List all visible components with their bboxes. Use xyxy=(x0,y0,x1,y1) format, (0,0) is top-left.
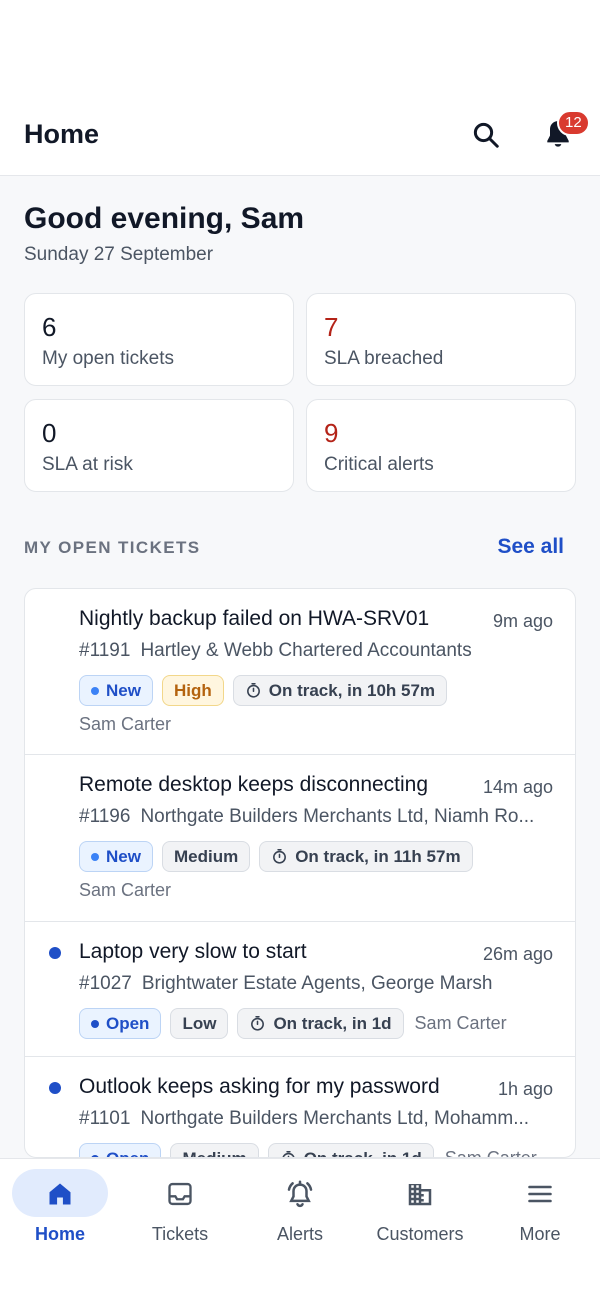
ticket-chips: Open Medium On track, in 1d Sam Carter xyxy=(79,1143,537,1158)
timer-icon xyxy=(282,1150,295,1157)
status-dot-icon xyxy=(91,686,99,695)
ticket-customer: Northgate Builders Merchants Ltd, Niamh … xyxy=(140,806,535,827)
nav-customers[interactable]: Customers xyxy=(360,1159,480,1269)
unread-dot-icon xyxy=(49,1082,61,1094)
ticket-assignee: Sam Carter xyxy=(79,880,172,900)
status-chip: Open xyxy=(79,1143,162,1158)
ticket-meta: #1027 Brightwater Estate Agents, George M… xyxy=(79,973,557,995)
ticket-title: Outlook keeps asking for my password xyxy=(79,1075,440,1098)
ticket-time: 14m ago xyxy=(482,777,553,797)
priority-chip: Medium xyxy=(161,841,251,872)
ticket-row[interactable]: Nightly backup failed on HWA-SRV01 9m ag… xyxy=(25,589,575,755)
ticket-chips: Open Low On track, in 1d Sam Carter xyxy=(79,1008,507,1039)
sla-chip: On track, in 11h 57m xyxy=(259,841,473,872)
ticket-assignee: Sam Carter xyxy=(414,1013,507,1033)
status-chip: New xyxy=(79,841,153,872)
top-app-bar: Home 12 xyxy=(0,0,600,176)
nav-label: More xyxy=(519,1224,561,1244)
sla-label: On track, in 1d xyxy=(273,1013,392,1033)
status-dot-icon xyxy=(91,1019,99,1028)
sla-label: On track, in 11h 57m xyxy=(295,846,461,866)
stat-label: SLA at risk xyxy=(42,454,133,475)
ticket-time: 26m ago xyxy=(482,944,553,964)
timer-icon xyxy=(246,682,260,698)
home-icon xyxy=(43,1177,77,1211)
bell-ring-icon xyxy=(283,1177,317,1211)
nav-more[interactable]: More xyxy=(480,1159,600,1269)
ticket-title: Remote desktop keeps disconnecting xyxy=(79,773,429,796)
nav-home[interactable]: Home xyxy=(0,1159,120,1269)
ticket-row[interactable]: Outlook keeps asking for my password 1h … xyxy=(25,1057,575,1158)
greeting-title: Good evening, Sam xyxy=(24,202,305,235)
ticket-id: #1027 xyxy=(79,973,132,994)
sla-chip: On track, in 1d xyxy=(237,1008,404,1039)
timer-icon xyxy=(251,1015,265,1031)
status-dot-icon xyxy=(91,852,99,861)
status-label: Open xyxy=(106,1148,150,1158)
sla-chip: On track, in 1d xyxy=(267,1143,434,1158)
ticket-customer: Brightwater Estate Agents, George Marsh xyxy=(141,973,493,994)
ticket-title: Nightly backup failed on HWA-SRV01 xyxy=(79,607,430,630)
building-icon xyxy=(403,1177,437,1211)
ticket-assignee: Sam Carter xyxy=(444,1148,537,1158)
nav-label: Home xyxy=(34,1224,85,1244)
priority-chip: Low xyxy=(170,1008,229,1039)
status-label: New xyxy=(106,680,141,700)
menu-icon xyxy=(523,1177,557,1211)
unread-dot-icon xyxy=(49,947,61,959)
ticket-meta: #1196 Northgate Builders Merchants Ltd, N… xyxy=(79,806,557,828)
nav-label: Customers xyxy=(376,1224,464,1244)
stat-label: SLA breached xyxy=(324,348,444,369)
priority-chip: High xyxy=(161,675,224,706)
nav-alerts[interactable]: Alerts xyxy=(240,1159,360,1269)
ticket-row[interactable]: Remote desktop keeps disconnecting 14m a… xyxy=(25,755,575,922)
see-all-link[interactable]: See all xyxy=(497,535,564,559)
ticket-customer: Hartley & Webb Chartered Accountants xyxy=(140,640,472,661)
ticket-chips: New Medium On track, in 11h 57m xyxy=(79,841,473,872)
ticket-time: 9m ago xyxy=(492,611,553,631)
ticket-assignee: Sam Carter xyxy=(79,714,172,734)
stat-label: Critical alerts xyxy=(324,454,434,475)
stat-card-critical-alerts[interactable]: 9 Critical alerts xyxy=(306,399,576,492)
section-title: MY OPEN TICKETS xyxy=(24,538,201,557)
inbox-icon xyxy=(163,1177,197,1211)
search-icon xyxy=(473,122,499,148)
bottom-navigation: Home Tickets Alerts Customers More xyxy=(0,1158,600,1304)
nav-tickets[interactable]: Tickets xyxy=(120,1159,240,1269)
nav-label: Tickets xyxy=(151,1224,209,1244)
ticket-meta: #1191 Hartley & Webb Chartered Accountant… xyxy=(79,640,557,662)
stat-card-sla-breached[interactable]: 7 SLA breached xyxy=(306,293,576,386)
status-chip: Open xyxy=(79,1008,162,1039)
notification-count-badge: 12 xyxy=(557,110,590,136)
stat-value: 0 xyxy=(42,418,57,448)
sla-label: On track, in 10h 57m xyxy=(268,680,436,700)
status-label: Open xyxy=(106,1013,150,1033)
sla-chip: On track, in 10h 57m xyxy=(232,675,448,706)
stat-card-open-tickets[interactable]: 6 My open tickets xyxy=(24,293,294,386)
status-label: New xyxy=(106,846,141,866)
sla-label: On track, in 1d xyxy=(303,1148,422,1158)
nav-label: Alerts xyxy=(276,1224,323,1244)
priority-chip: Medium xyxy=(170,1143,259,1157)
ticket-id: #1196 xyxy=(79,806,131,827)
ticket-customer: Northgate Builders Merchants Ltd, Mohamm… xyxy=(140,1108,530,1129)
stat-label: My open tickets xyxy=(42,348,174,369)
ticket-chips: New High On track, in 10h 57m xyxy=(79,675,448,706)
ticket-list: Nightly backup failed on HWA-SRV01 9m ag… xyxy=(24,588,576,1158)
timer-icon xyxy=(273,848,287,864)
greeting-date: Sunday 27 September xyxy=(24,244,214,265)
status-chip: New xyxy=(79,675,153,706)
ticket-id: #1191 xyxy=(79,640,131,661)
stat-value: 6 xyxy=(42,312,57,342)
ticket-title: Laptop very slow to start xyxy=(79,940,307,963)
ticket-row[interactable]: Laptop very slow to start 26m ago #1027 B… xyxy=(25,922,575,1057)
stat-value: 7 xyxy=(324,312,339,342)
ticket-time: 1h ago xyxy=(497,1079,553,1099)
page-title: Home xyxy=(24,119,100,149)
stat-value: 9 xyxy=(324,418,339,448)
search-button[interactable] xyxy=(469,118,503,152)
stat-card-sla-at-risk[interactable]: 0 SLA at risk xyxy=(24,399,294,492)
ticket-meta: #1101 Northgate Builders Merchants Ltd, M… xyxy=(79,1108,557,1130)
ticket-id: #1101 xyxy=(79,1108,131,1129)
